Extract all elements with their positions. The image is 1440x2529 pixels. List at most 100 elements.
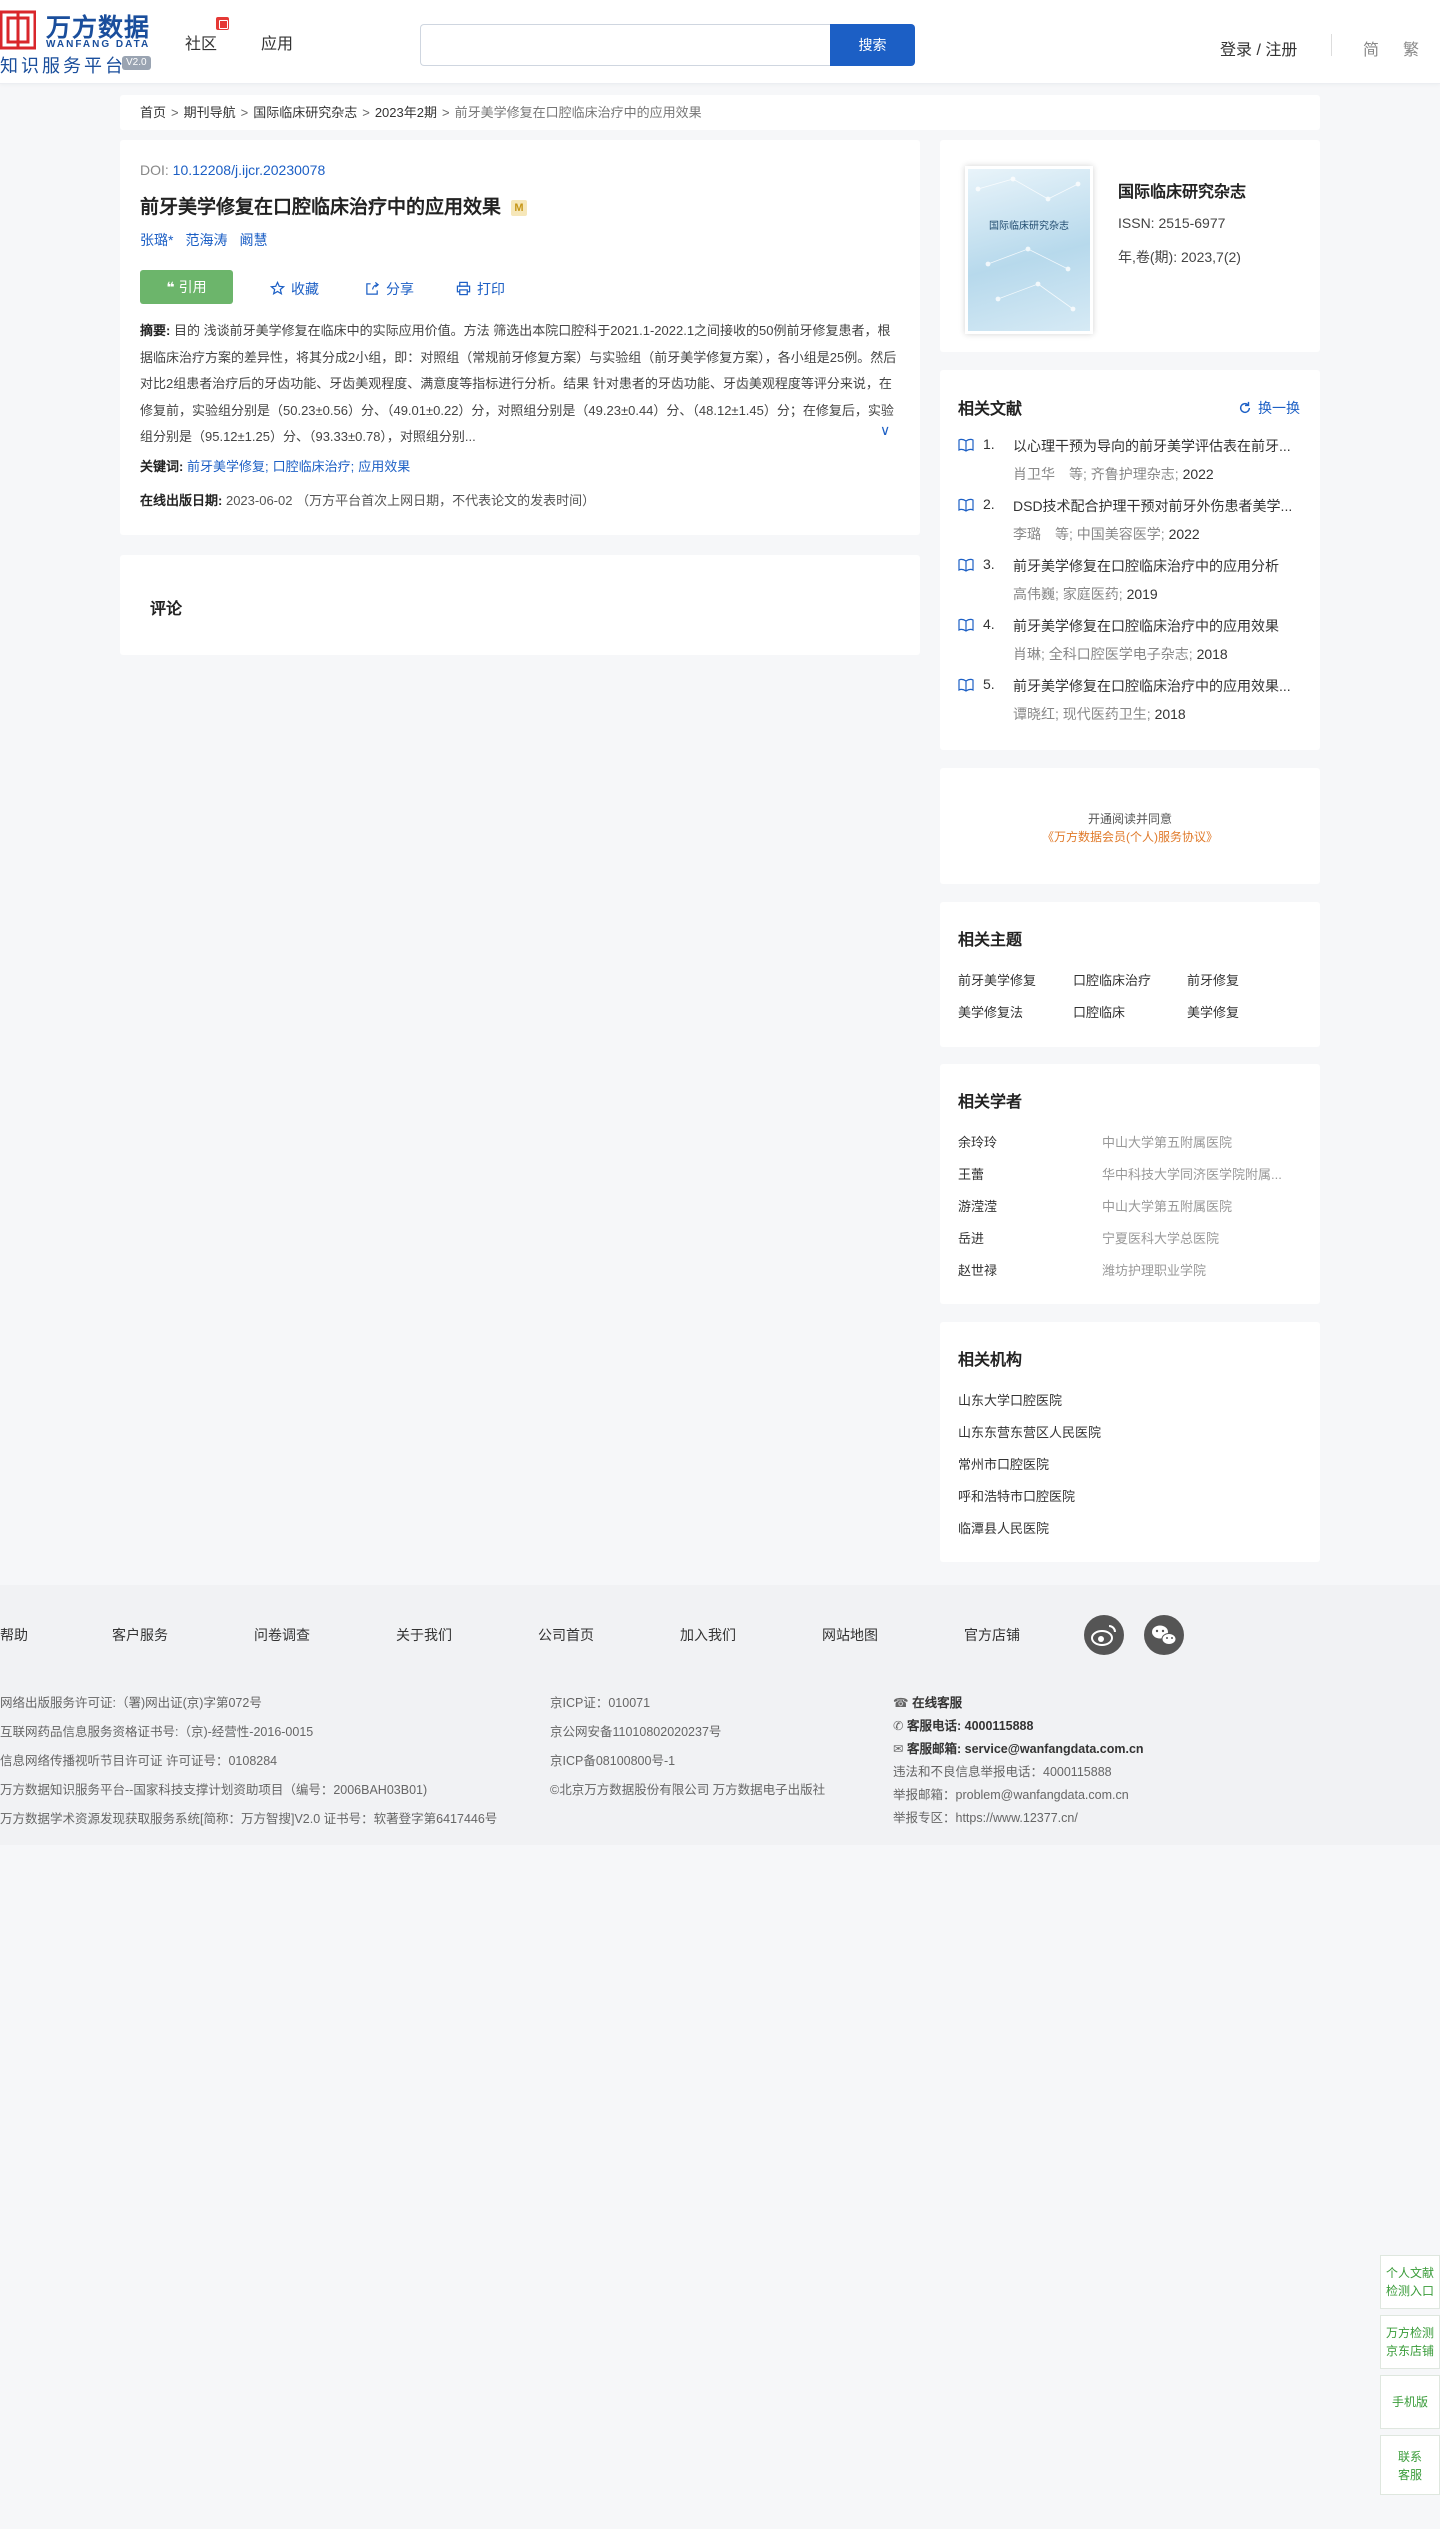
footer-nav-store[interactable]: 官方店铺	[964, 1625, 1020, 1645]
side-label: 检测入口	[1385, 2284, 1434, 2298]
topic-link[interactable]: 美学修复	[1187, 1002, 1239, 1021]
author-link[interactable]: 阚慧	[239, 232, 267, 248]
search-input[interactable]	[420, 24, 830, 66]
login-register-link[interactable]: 登录 / 注册	[1220, 36, 1297, 60]
nav-apps[interactable]: 应用	[261, 30, 293, 54]
expand-chevron-icon[interactable]: ∨	[880, 422, 890, 439]
share-icon	[366, 281, 380, 295]
print-button[interactable]: 打印	[456, 279, 505, 299]
literature-title[interactable]: 前牙美学修复在口腔临床治疗中的应用分析	[1013, 556, 1308, 576]
keywords-label: 关键词:	[140, 459, 184, 474]
collect-button[interactable]: 收藏	[269, 279, 319, 299]
weibo-icon[interactable]	[1084, 1615, 1124, 1655]
side-label: 京东店铺	[1385, 2344, 1434, 2358]
breadcrumb-issue[interactable]: 2023年2期	[375, 105, 437, 120]
scholar-name[interactable]: 岳进	[958, 1228, 984, 1247]
cite-button[interactable]: ❝ 引用	[140, 270, 233, 304]
literature-item[interactable]: 2. DSD技术配合护理干预对前牙外伤患者美学... 李璐 等; 中国美容医学;…	[958, 496, 1308, 546]
literature-item[interactable]: 4. 前牙美学修复在口腔临床治疗中的应用效果 肖琳; 全科口腔医学电子杂志; 2…	[958, 616, 1308, 666]
scholar-name[interactable]: 余玲玲	[958, 1132, 997, 1151]
doi-link[interactable]: 10.12208/j.ijcr.20230078	[173, 162, 326, 178]
breadcrumb-home[interactable]: 首页	[140, 105, 166, 120]
side-label: 联系	[1397, 2450, 1422, 2464]
side-contact[interactable]: 联系 客服	[1380, 2435, 1440, 2495]
org-link[interactable]: 山东大学口腔医院	[958, 1390, 1062, 1409]
cite-button-label: 引用	[178, 279, 207, 295]
keyword-link[interactable]: 口腔临床治疗;	[273, 459, 355, 474]
footer-report-zone[interactable]: 举报专区：https://www.12377.cn/	[893, 1807, 1078, 1826]
online-service-link[interactable]: ☎ 在线客服	[893, 1692, 962, 1711]
lang-traditional[interactable]: 繁	[1403, 36, 1419, 60]
literature-item[interactable]: 1. 以心理干预为导向的前牙美学评估表在前牙... 肖卫华 等; 齐鲁护理杂志;…	[958, 436, 1308, 486]
literature-source: 李璐 等; 中国美容医学;	[1013, 526, 1165, 542]
side-mobile[interactable]: 手机版	[1380, 2375, 1440, 2429]
literature-source: 高伟巍; 家庭医药;	[1013, 586, 1123, 602]
keyword-link[interactable]: 前牙美学修复;	[187, 459, 269, 474]
journal-cover[interactable]: 国际临床研究杂志	[965, 166, 1093, 334]
literature-title[interactable]: 以心理干预为导向的前牙美学评估表在前牙...	[1013, 436, 1308, 456]
agreement-link[interactable]: 《万方数据会员(个人)服务协议》	[940, 828, 1320, 845]
literature-meta: 谭晓红; 现代医药卫生; 2018	[1013, 704, 1186, 724]
topic-link[interactable]: 前牙美学修复	[958, 970, 1036, 989]
side-personal-check[interactable]: 个人文献 检测入口	[1380, 2255, 1440, 2309]
footer-nav-join[interactable]: 加入我们	[680, 1625, 736, 1645]
share-button[interactable]: 分享	[365, 279, 414, 299]
footer-license: 网络出版服务许可证:（署)网出证(京)字第072号	[0, 1696, 262, 1710]
author-link[interactable]: 张璐*	[140, 232, 173, 248]
cover-network-graphic	[975, 176, 1081, 312]
breadcrumb-journals[interactable]: 期刊导航	[184, 105, 236, 120]
pubdate-value: 2023-06-02 （万方平台首次上网日期，不代表论文的发表时间）	[225, 493, 596, 508]
pubdate-label: 在线出版日期:	[140, 493, 223, 508]
book-icon	[958, 618, 974, 632]
literature-item[interactable]: 3. 前牙美学修复在口腔临床治疗中的应用分析 高伟巍; 家庭医药; 2019	[958, 556, 1308, 606]
footer-icp: 京ICP证：010071	[550, 1696, 651, 1710]
journal-name[interactable]: 国际临床研究杂志	[1118, 178, 1246, 202]
literature-item[interactable]: 5. 前牙美学修复在口腔临床治疗中的应用效果... 谭晓红; 现代医药卫生; 2…	[958, 676, 1308, 726]
side-label: 万方检测	[1385, 2326, 1434, 2340]
keyword-link[interactable]: 应用效果	[358, 459, 410, 474]
org-link[interactable]: 山东东营东营区人民医院	[958, 1422, 1101, 1441]
org-link[interactable]: 临潭县人民医院	[958, 1518, 1049, 1537]
scholar-org: 华中科技大学同济医学院附属...	[1102, 1167, 1282, 1182]
footer-nav-sitemap[interactable]: 网站地图	[822, 1625, 878, 1645]
footer-nav-service[interactable]: 客户服务	[112, 1625, 168, 1645]
collect-label: 收藏	[291, 281, 319, 297]
wechat-icon[interactable]	[1144, 1615, 1184, 1655]
search-button[interactable]: 搜索	[830, 24, 915, 66]
refresh-button[interactable]: 换一换	[1238, 398, 1300, 418]
quote-icon: ❝	[166, 279, 175, 295]
side-jd-store[interactable]: 万方检测 京东店铺	[1380, 2315, 1440, 2369]
footer-nav-help[interactable]: 帮助	[0, 1625, 28, 1645]
doi-line: DOI: 10.12208/j.ijcr.20230078	[140, 162, 325, 178]
wanfang-logo[interactable]: 万方数据 WANFANG DATA 知识服务平台 V2.0	[0, 6, 160, 76]
footer-license: 万方数据学术资源发现获取服务系统[简称：万方智搜]V2.0 证书号：软著登字第6…	[0, 1812, 498, 1826]
topic-link[interactable]: 前牙修复	[1187, 970, 1239, 989]
mobile-badge-icon[interactable]: M	[511, 199, 528, 216]
book-icon	[958, 558, 974, 572]
scholar-org: 中山大学第五附属医院	[1102, 1199, 1233, 1214]
org-link[interactable]: 呼和浩特市口腔医院	[958, 1486, 1075, 1505]
footer-nav-about[interactable]: 关于我们	[396, 1625, 452, 1645]
literature-meta: 肖卫华 等; 齐鲁护理杂志; 2022	[1013, 464, 1214, 484]
comment-card: 评论	[120, 555, 920, 655]
author-link[interactable]: 范海涛	[185, 232, 227, 248]
book-icon	[958, 498, 974, 512]
footer-nav-survey[interactable]: 问卷调查	[254, 1625, 310, 1645]
org-link[interactable]: 常州市口腔医院	[958, 1454, 1049, 1473]
breadcrumb-journal[interactable]: 国际临床研究杂志	[253, 105, 357, 120]
journal-volume: 年,卷(期): 2023,7(2)	[1118, 249, 1241, 265]
footer-nav-home[interactable]: 公司首页	[538, 1625, 594, 1645]
lang-simplified[interactable]: 简	[1363, 36, 1379, 60]
literature-title[interactable]: 前牙美学修复在口腔临床治疗中的应用效果...	[1013, 676, 1308, 696]
breadcrumb-separator: >	[171, 105, 179, 120]
topic-link[interactable]: 口腔临床治疗	[1073, 970, 1151, 989]
scholar-name[interactable]: 游滢滢	[958, 1196, 997, 1215]
side-label: 客服	[1397, 2468, 1422, 2482]
topic-link[interactable]: 口腔临床	[1073, 1002, 1125, 1021]
nav-community[interactable]: 社区	[185, 30, 217, 54]
topic-link[interactable]: 美学修复法	[958, 1002, 1023, 1021]
literature-title[interactable]: DSD技术配合护理干预对前牙外伤患者美学...	[1013, 496, 1308, 516]
literature-title[interactable]: 前牙美学修复在口腔临床治疗中的应用效果	[1013, 616, 1308, 636]
scholar-name[interactable]: 王蕾	[958, 1164, 984, 1183]
scholar-name[interactable]: 赵世禄	[958, 1260, 997, 1279]
